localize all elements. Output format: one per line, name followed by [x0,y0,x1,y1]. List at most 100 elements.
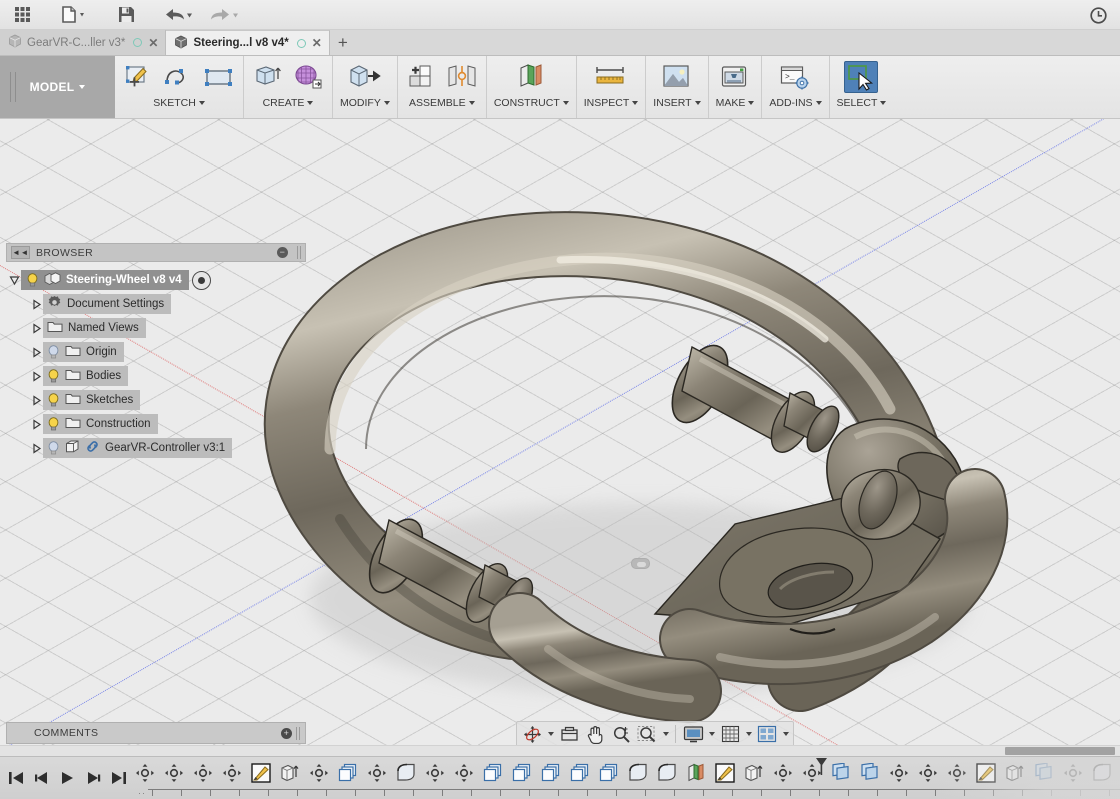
zoom-window-icon[interactable] [635,723,659,745]
skip-to-end-icon[interactable] [107,765,130,791]
extrude-icon[interactable] [251,61,285,93]
3d-print-icon[interactable] [718,61,752,93]
light-bulb-icon[interactable] [47,393,60,407]
tab-gearvr-controller[interactable]: GearVR-C...ller v3* ✕ [0,30,167,55]
light-bulb-icon[interactable] [47,345,60,359]
app-grid-icon[interactable] [6,2,38,28]
tree-item-sketches[interactable]: Sketches [43,390,141,410]
spline-icon[interactable] [162,61,196,93]
timeline-feature-move[interactable] [362,760,391,786]
press-pull-icon[interactable] [348,61,382,93]
tree-item-named-views[interactable]: Named Views [43,318,146,338]
panel-grip[interactable] [297,246,301,259]
timeline-feature-combine[interactable] [826,760,855,786]
light-bulb-icon[interactable] [47,369,60,383]
rectangle-icon[interactable] [202,61,236,93]
select-icon[interactable] [844,61,879,93]
timeline-feature-pattern[interactable] [333,760,362,786]
timeline-feature-pattern[interactable] [594,760,623,786]
expand-arrow-icon[interactable] [30,322,43,334]
chevron-down-icon[interactable] [781,723,790,745]
timeline-feature-pattern[interactable] [1116,760,1120,786]
tree-item-document-settings[interactable]: Document Settings [43,294,172,314]
scripts-addins-icon[interactable]: >_ [778,61,812,93]
expand-arrow-icon[interactable] [30,418,43,430]
workspace-switcher[interactable]: MODEL [0,56,115,118]
tree-item-origin[interactable]: Origin [43,342,124,362]
step-back-icon[interactable] [31,765,54,791]
clock-icon[interactable] [1084,3,1112,27]
timeline-feature-fillet[interactable] [652,760,681,786]
tree-row-named-views[interactable]: Named Views [28,318,306,338]
skip-to-start-icon[interactable] [5,765,28,791]
3d-viewport[interactable]: ◄◄ BROWSER − Steering-Wheel v8 v4 Docume… [0,119,1120,745]
redo-icon[interactable] [202,2,246,28]
timeline-feature-move[interactable] [420,760,449,786]
play-icon[interactable] [56,765,79,791]
chevron-down-icon[interactable] [744,723,753,745]
timeline-feature-pattern[interactable] [478,760,507,786]
tree-item-steering-wheel[interactable]: Steering-Wheel v8 v4 [21,270,189,290]
new-tab-button[interactable]: + [330,30,356,55]
display-settings-icon[interactable] [681,723,705,745]
tree-row-sketches[interactable]: Sketches [28,390,306,410]
tree-row-root[interactable]: Steering-Wheel v8 v4 [6,270,306,290]
chevron-down-icon[interactable] [546,723,555,745]
insert-image-icon[interactable] [660,61,694,93]
timeline-feature-sketch[interactable] [246,760,275,786]
timeline-feature-extrude[interactable] [1000,760,1029,786]
tree-row-bodies[interactable]: Bodies [28,366,306,386]
comments-panel[interactable]: COMMENTS + [6,722,306,744]
timeline-feature-move[interactable] [913,760,942,786]
timeline-feature-sketch[interactable] [710,760,739,786]
tab-close-icon[interactable]: ✕ [312,37,322,49]
offset-plane-icon[interactable] [514,61,548,93]
timeline-feature-move[interactable] [304,760,333,786]
tree-item-construction[interactable]: Construction [43,414,158,434]
timeline-feature-fillet[interactable] [391,760,420,786]
light-bulb-icon[interactable] [47,417,60,431]
timeline-feature-sketch[interactable] [971,760,1000,786]
tree-item-bodies[interactable]: Bodies [43,366,129,386]
timeline-features[interactable]: ·· [130,756,1120,799]
expand-arrow-icon[interactable] [30,442,43,454]
plus-circle-icon[interactable]: + [281,727,292,739]
timeline-feature-pattern[interactable] [536,760,565,786]
timeline-feature-move[interactable] [130,760,159,786]
timeline-feature-move[interactable] [942,760,971,786]
timeline-scrollbar-track[interactable] [0,745,1120,756]
save-icon[interactable] [110,2,142,28]
ribbon-panel-label[interactable]: INSPECT [584,97,639,109]
light-bulb-icon[interactable] [47,441,60,455]
grid-snaps-icon[interactable] [718,723,742,745]
timeline-feature-pattern[interactable] [507,760,536,786]
chevron-down-icon[interactable] [661,723,670,745]
panel-grip[interactable] [296,726,300,740]
timeline-feature-move[interactable] [188,760,217,786]
measure-icon[interactable] [594,61,628,93]
undo-icon[interactable] [156,2,200,28]
expand-arrow-icon[interactable] [30,370,43,382]
minus-circle-icon[interactable]: − [277,247,288,258]
expand-arrow-icon[interactable] [30,346,43,358]
tab-steering-wheel[interactable]: Steering...l v8 v4* ✕ [166,30,330,55]
timeline-feature-combine[interactable] [855,760,884,786]
look-at-icon[interactable] [557,723,581,745]
tree-item-gearvr-controller[interactable]: GearVR-Controller v3:1 [43,438,233,458]
timeline-feature-move[interactable] [1058,760,1087,786]
timeline-marker[interactable] [815,757,828,775]
timeline-feature-move[interactable] [159,760,188,786]
pan-icon[interactable] [583,723,607,745]
joint-icon[interactable] [445,61,479,93]
timeline-feature-extrude[interactable] [275,760,304,786]
ribbon-panel-label[interactable]: MAKE [716,97,755,109]
ribbon-panel-label[interactable]: ASSEMBLE [409,97,475,109]
tree-row-origin[interactable]: Origin [28,342,306,362]
ribbon-panel-label[interactable]: MODIFY [340,97,390,109]
collapse-left-icon[interactable]: ◄◄ [11,246,30,259]
timeline-feature-fillet[interactable] [1087,760,1116,786]
create-sketch-icon[interactable] [122,61,156,93]
ribbon-panel-label[interactable]: SKETCH [153,97,205,109]
ribbon-panel-label[interactable]: INSERT [653,97,701,109]
chevron-down-icon[interactable] [707,723,716,745]
